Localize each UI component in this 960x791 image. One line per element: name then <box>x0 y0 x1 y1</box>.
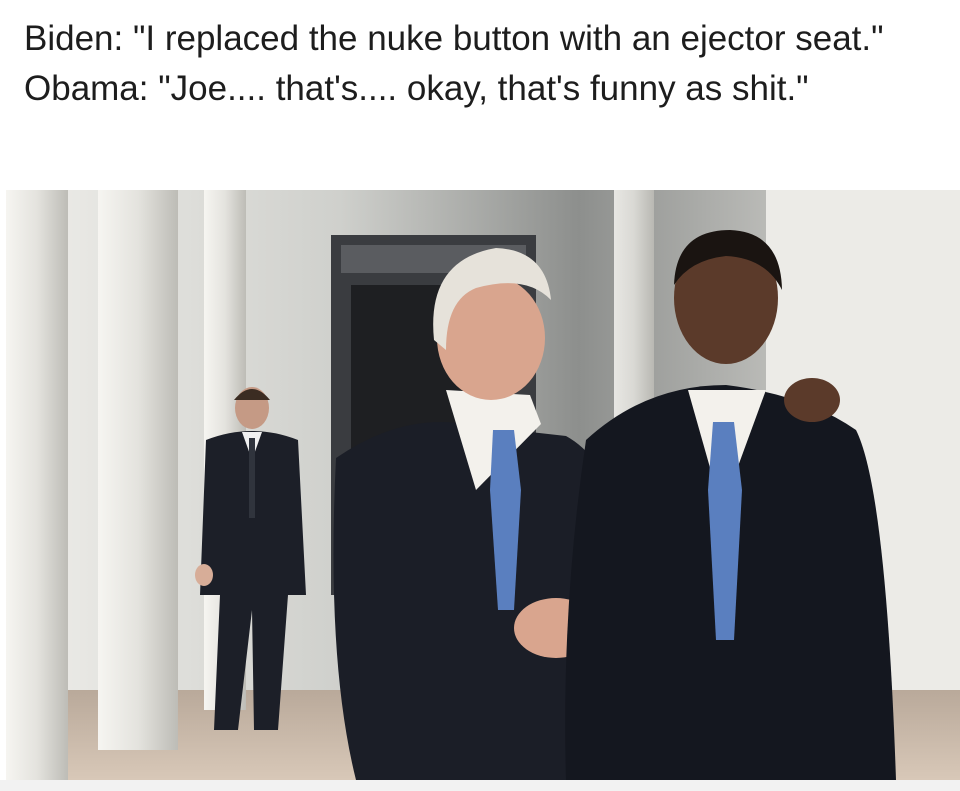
photo <box>6 190 960 780</box>
caption-line-biden: Biden: "I replaced the nuke button with … <box>24 19 884 58</box>
caption: Biden: "I replaced the nuke button with … <box>24 14 936 114</box>
photo-illustration <box>6 190 960 780</box>
bottom-bar <box>0 780 960 791</box>
column-1 <box>6 190 68 780</box>
column-2 <box>98 190 178 750</box>
caption-line-obama: Obama: "Joe.... that's.... okay, that's … <box>24 69 809 108</box>
